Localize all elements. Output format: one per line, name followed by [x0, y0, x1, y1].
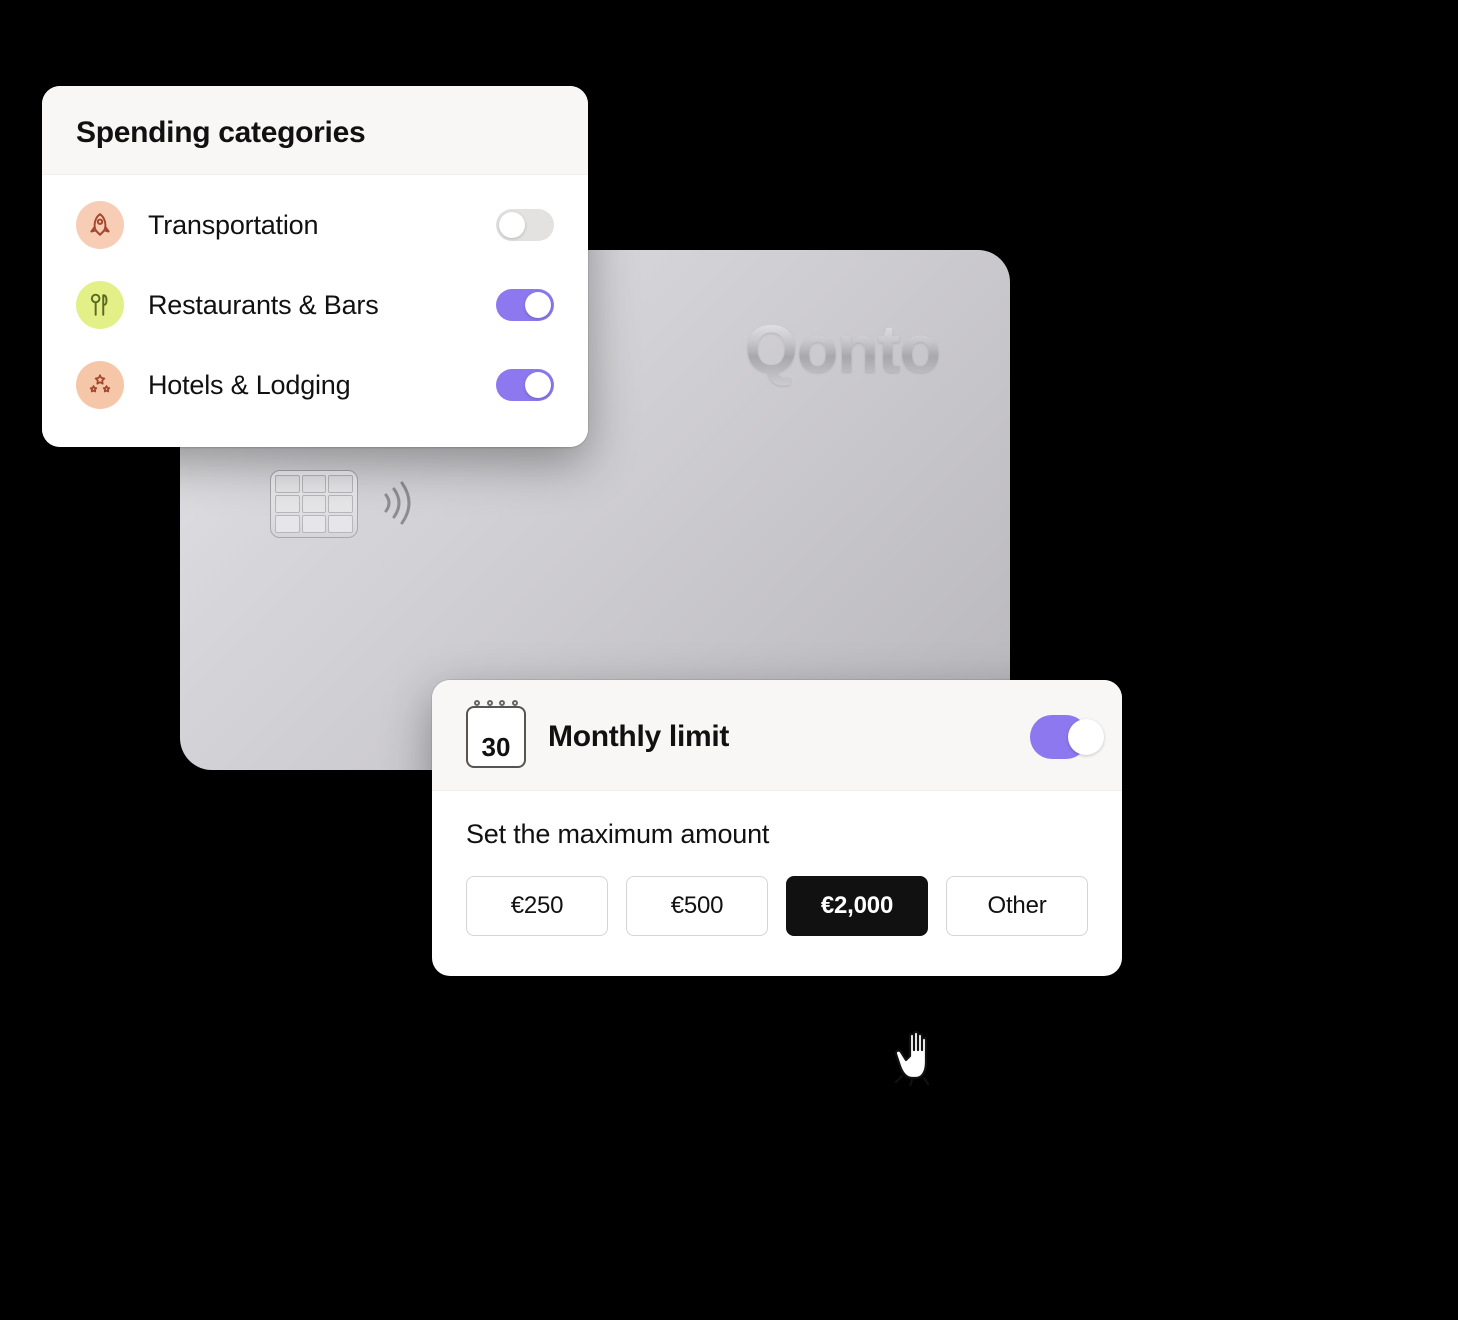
monthly-limit-subtitle: Set the maximum amount: [466, 819, 1088, 850]
category-toggle-restaurants[interactable]: [496, 289, 554, 321]
category-toggle-hotels[interactable]: [496, 369, 554, 401]
category-label: Transportation: [148, 210, 472, 241]
amount-option-other[interactable]: Other: [946, 876, 1088, 936]
category-label: Hotels & Lodging: [148, 370, 472, 401]
stars-icon: [76, 361, 124, 409]
pointer-cursor-icon: [892, 1026, 946, 1091]
category-label: Restaurants & Bars: [148, 290, 472, 321]
spending-categories-panel: Spending categories Transportation: [42, 86, 588, 447]
amount-option-500[interactable]: €500: [626, 876, 768, 936]
category-row-hotels: Hotels & Lodging: [42, 345, 588, 425]
monthly-limit-header: 30 Monthly limit: [432, 680, 1122, 791]
monthly-limit-body: Set the maximum amount €250 €500 €2,000 …: [432, 791, 1122, 976]
spending-categories-list: Transportation Restaurants & Bars: [42, 175, 588, 447]
category-toggle-transportation[interactable]: [496, 209, 554, 241]
card-chip-icon: [270, 470, 358, 538]
category-row-transportation: Transportation: [42, 185, 588, 265]
contactless-icon: [378, 475, 422, 536]
monthly-limit-title: Monthly limit: [548, 720, 1008, 754]
card-brand-logo: Qonto: [745, 310, 940, 388]
amount-option-250[interactable]: €250: [466, 876, 608, 936]
category-row-restaurants: Restaurants & Bars: [42, 265, 588, 345]
amount-options: €250 €500 €2,000 Other: [466, 876, 1088, 936]
monthly-limit-toggle[interactable]: [1030, 715, 1088, 759]
utensils-icon: [76, 281, 124, 329]
amount-option-2000[interactable]: €2,000: [786, 876, 928, 936]
calendar-icon: 30: [466, 706, 526, 768]
spending-categories-title: Spending categories: [76, 116, 554, 150]
calendar-day: 30: [482, 734, 511, 760]
spending-categories-header: Spending categories: [42, 86, 588, 175]
monthly-limit-panel: 30 Monthly limit Set the maximum amount …: [432, 680, 1122, 976]
rocket-icon: [76, 201, 124, 249]
